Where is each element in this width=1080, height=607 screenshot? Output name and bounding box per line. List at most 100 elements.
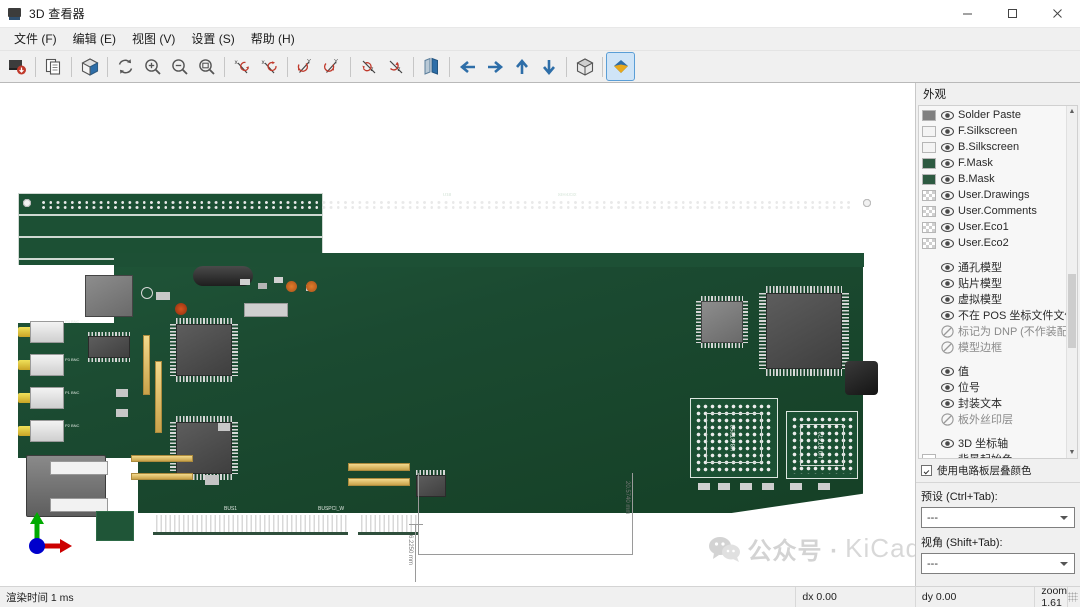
layer-color-swatch[interactable] [922,125,936,137]
layer-color-swatch[interactable] [922,205,936,217]
rotate-x-ccw-icon[interactable]: x [229,53,256,80]
scroll-down-arrow-icon[interactable]: ▼ [1067,447,1077,458]
visibility-eye-icon[interactable] [940,308,954,322]
layer-color-swatch[interactable] [922,173,936,185]
visibility-eye-icon[interactable] [940,188,954,202]
visibility-eye-icon[interactable] [940,236,954,250]
layer-row[interactable]: User.Comments [919,203,1066,219]
model-row[interactable]: 贴片模型 [919,275,1066,291]
model-row[interactable]: 标记为 DNP (不作装配) 的 [919,323,1066,339]
scroll-up-arrow-icon[interactable]: ▲ [1067,106,1077,117]
move-up-icon[interactable] [508,53,535,80]
visibility-eye-icon[interactable] [940,140,954,154]
menu-help[interactable]: 帮助 (H) [243,27,303,51]
refresh-icon[interactable] [112,53,139,80]
model-name: 虚拟模型 [958,294,1002,306]
render-options-icon[interactable] [76,53,103,80]
flip-board-icon[interactable] [418,53,445,80]
move-down-icon[interactable] [535,53,562,80]
zoom-out-icon[interactable] [166,53,193,80]
rotate-y-ccw-icon[interactable]: Y [292,53,319,80]
visibility-eye-icon[interactable] [940,220,954,234]
visibility-eye-icon[interactable] [940,292,954,306]
window-title: 3D 查看器 [29,7,85,21]
layer-row[interactable]: User.Eco1 [919,219,1066,235]
window-controls [945,0,1080,28]
text-row[interactable]: 位号 [919,379,1066,395]
layers-list[interactable]: Solder Paste F.Silkscreen B.Silkscreen F… [918,105,1078,459]
background-top-color-swatch[interactable] [922,453,936,458]
use-stackup-colors-row[interactable]: 使用电路板层叠颜色 [916,459,1080,482]
layer-color-swatch[interactable] [922,237,936,249]
menu-view[interactable]: 视图 (V) [124,27,183,51]
close-button[interactable] [1035,0,1080,28]
layers-scrollbar[interactable]: ▲ ▼ [1066,106,1077,458]
zoom-in-icon[interactable] [139,53,166,80]
move-right-icon[interactable] [481,53,508,80]
layer-color-swatch[interactable] [922,189,936,201]
bnc-connector [18,321,64,343]
maximize-button[interactable] [990,0,1035,28]
visibility-eye-icon[interactable] [940,156,954,170]
layer-row[interactable]: Solder Paste [919,107,1066,123]
viewport-select[interactable]: --- [921,553,1075,574]
hidden-eye-icon[interactable] [940,340,954,354]
layer-row[interactable]: F.Silkscreen [919,123,1066,139]
title-bar: 3D 查看器 [0,0,1080,28]
layer-row[interactable]: B.Silkscreen [919,139,1066,155]
edge-connector-fingers [153,515,348,535]
text-row[interactable]: 板外丝印层 [919,411,1066,427]
menu-settings[interactable]: 设置 (S) [183,27,242,51]
model-name: 不在 POS 坐标文件文件中 [958,310,1066,322]
visibility-eye-icon[interactable] [940,204,954,218]
layer-row[interactable]: F.Mask [919,155,1066,171]
extra-name: 背景起始色 [958,451,1013,458]
model-row[interactable]: 虚拟模型 [919,291,1066,307]
visibility-eye-icon[interactable] [940,260,954,274]
hidden-eye-icon[interactable] [940,324,954,338]
visibility-eye-icon[interactable] [940,172,954,186]
text-row[interactable]: 值 [919,363,1066,379]
layer-color-swatch[interactable] [922,221,936,233]
menu-edit[interactable]: 编辑 (E) [65,27,124,51]
layer-color-swatch[interactable] [922,109,936,121]
model-row[interactable]: 通孔模型 [919,259,1066,275]
main-body: P4 BNC P3 BNC P1 BNC P2 BNC U19 SIM4X32 … [0,83,1080,586]
extra-row[interactable]: 3D 坐标轴 [919,435,1066,451]
use-stackup-colors-checkbox[interactable] [921,465,932,476]
text-row[interactable]: 封装文本 [919,395,1066,411]
visibility-eye-icon[interactable] [940,436,954,450]
rotate-x-cw-icon[interactable]: x [256,53,283,80]
visibility-eye-icon[interactable] [940,396,954,410]
rotate-z-ccw-icon[interactable]: z [355,53,382,80]
layer-color-swatch[interactable] [922,157,936,169]
layer-row[interactable]: User.Drawings [919,187,1066,203]
visibility-eye-icon[interactable] [940,364,954,378]
visibility-eye-icon[interactable] [940,108,954,122]
rotate-y-cw-icon[interactable]: Y [319,53,346,80]
layer-color-swatch[interactable] [922,141,936,153]
layer-row[interactable]: B.Mask [919,171,1066,187]
minimize-button[interactable] [945,0,990,28]
rotate-z-cw-icon[interactable]: z [382,53,409,80]
orthographic-view-icon[interactable] [571,53,598,80]
menu-file[interactable]: 文件 (F) [6,27,65,51]
scrollbar-thumb[interactable] [1068,274,1076,348]
hidden-eye-icon[interactable] [940,412,954,426]
resize-grip[interactable] [1068,592,1078,602]
model-row[interactable]: 不在 POS 坐标文件文件中 [919,307,1066,323]
zoom-fit-icon[interactable] [193,53,220,80]
copy-to-clipboard-icon[interactable] [40,53,67,80]
preset-select[interactable]: --- [921,507,1075,528]
move-left-icon[interactable] [454,53,481,80]
extra-row[interactable]: 背景起始色 [919,451,1066,458]
layer-row[interactable]: User.Eco2 [919,235,1066,251]
raytracing-icon[interactable] [606,52,635,81]
3d-viewport[interactable]: P4 BNC P3 BNC P1 BNC P2 BNC U19 SIM4X32 … [0,83,916,586]
visibility-eye-icon[interactable] [940,380,954,394]
model-row[interactable]: 模型边框 [919,339,1066,355]
visibility-eye-icon[interactable] [940,124,954,138]
reload-board-icon[interactable] [4,53,31,80]
shield-can [85,275,133,317]
visibility-eye-icon[interactable] [940,276,954,290]
